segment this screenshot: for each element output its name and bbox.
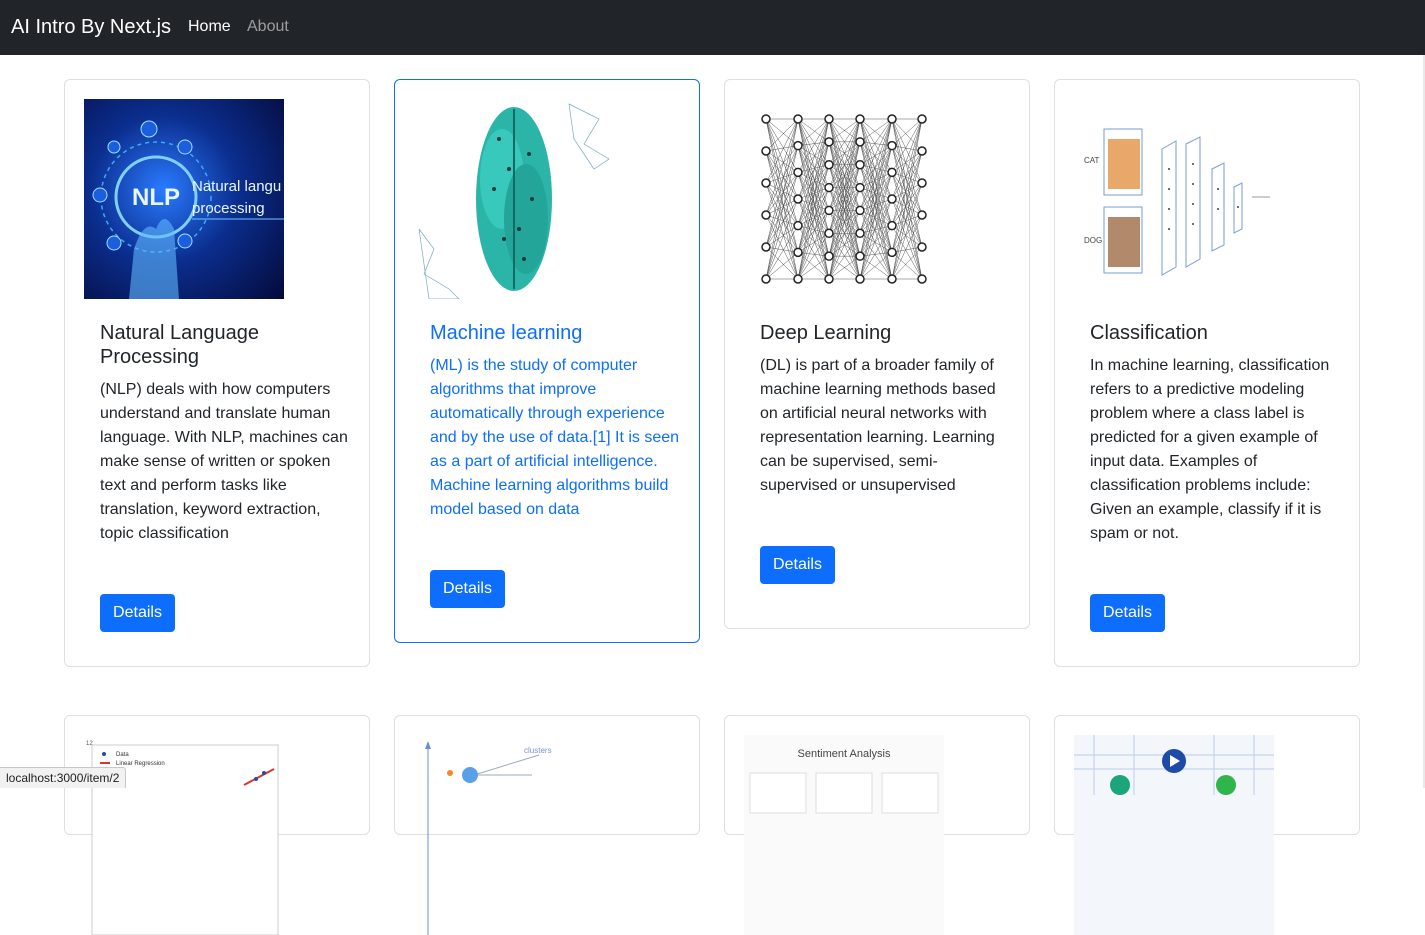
clustering-image: clusters (414, 735, 614, 935)
card-title: Natural Language Processing (100, 321, 350, 369)
svg-text:CAT: CAT (1084, 156, 1100, 165)
regression-chart-image: 12 Data Linear Regression (84, 735, 284, 935)
card-text: In machine learning, classification refe… (1090, 354, 1340, 546)
svg-text:12: 12 (86, 741, 93, 747)
svg-text:clusters: clusters (524, 746, 552, 755)
card-classification[interactable]: CAT DOG Classification In machine learni… (1054, 79, 1360, 667)
details-button[interactable]: Details (760, 546, 835, 584)
navbar: AI Intro By Next.js Home About (0, 0, 1425, 55)
status-bar-url: localhost:3000/item/2 (0, 767, 126, 788)
card-text: (NLP) deals with how computers understan… (100, 378, 350, 546)
details-button[interactable]: Details (430, 570, 505, 608)
card-ai-network[interactable] (1054, 715, 1360, 835)
svg-text:DOG: DOG (1084, 236, 1102, 245)
card-text: (ML) is the study of computer algorithms… (430, 354, 680, 522)
card-title[interactable]: Machine learning (430, 321, 680, 345)
card-sentiment-analysis[interactable]: Sentiment Analysis (724, 715, 1030, 835)
card-clustering[interactable]: clusters (394, 715, 700, 835)
brand-link[interactable]: AI Intro By Next.js (11, 15, 171, 39)
nav-home-link[interactable]: Home (188, 17, 231, 37)
nlp-image: NLP Natural langu processing (84, 99, 284, 299)
nlp-image-caption-2: processing (192, 200, 265, 217)
details-button[interactable]: Details (100, 594, 175, 632)
card-title: Classification (1090, 321, 1340, 345)
nlp-image-title: NLP (132, 184, 180, 211)
classification-image: CAT DOG (1074, 99, 1274, 299)
network-image (1074, 735, 1274, 935)
card-title: Deep Learning (760, 321, 1010, 345)
svg-text:Sentiment Analysis: Sentiment Analysis (798, 748, 891, 760)
card-text: (DL) is part of a broader family of mach… (760, 354, 1010, 498)
card-deep-learning[interactable]: Deep Learning (DL) is part of a broader … (724, 79, 1030, 629)
nlp-image-caption-1: Natural langu (192, 178, 281, 195)
neural-network-image (744, 99, 944, 299)
card-machine-learning[interactable]: Machine learning (ML) is the study of co… (394, 79, 700, 643)
ml-brain-image (414, 99, 614, 299)
card-nlp[interactable]: NLP Natural langu processing Natural Lan… (64, 79, 370, 667)
details-button[interactable]: Details (1090, 594, 1165, 632)
svg-text:Data: Data (116, 752, 129, 758)
nav-about-link[interactable]: About (247, 17, 289, 37)
sentiment-image: Sentiment Analysis (744, 735, 944, 935)
